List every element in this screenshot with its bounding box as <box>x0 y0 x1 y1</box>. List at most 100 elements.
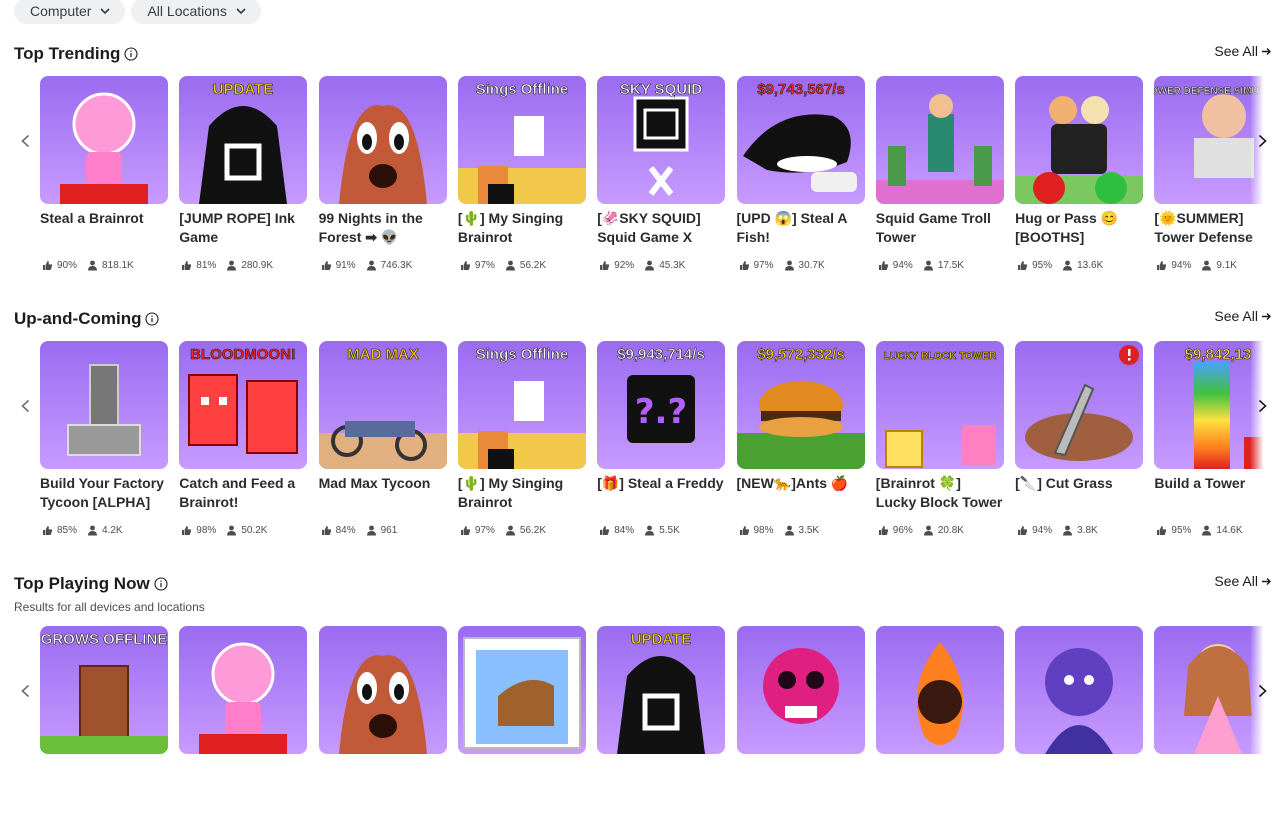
game-thumbnail <box>179 626 308 754</box>
game-card[interactable] <box>875 626 1004 754</box>
carousel-next-button[interactable] <box>1252 676 1272 706</box>
device-filter-dropdown[interactable]: Computer <box>14 0 126 24</box>
game-card[interactable]: Hug or Pass 😊 [BOOTHS] 95% 13.6K <box>1015 76 1144 271</box>
carousel-next-button[interactable] <box>1252 391 1272 421</box>
game-title: [JUMP ROPE] Ink Game <box>179 210 295 245</box>
carousel-prev-button[interactable] <box>16 126 36 156</box>
game-card[interactable] <box>736 626 865 754</box>
game-thumbnail: ?.? $9,943,714/s <box>597 341 726 469</box>
carousel-fade-left <box>0 76 38 286</box>
player-count-value: 818.1K <box>102 260 134 271</box>
game-stats: 97% 56.2K <box>460 260 546 271</box>
player-count-value: 961 <box>380 525 398 536</box>
player-count: 818.1K <box>87 260 134 271</box>
game-card[interactable]: LUCKY BLOCK TOWER [Brainrot 🍀] Lucky Bloc… <box>875 341 1004 536</box>
rating-value: 98% <box>196 525 217 536</box>
player-count-value: 280.9K <box>241 260 274 271</box>
game-card[interactable] <box>318 626 447 754</box>
thumbs-up-icon <box>739 261 749 270</box>
see-all-link[interactable]: See All <box>1214 308 1272 324</box>
game-card[interactable]: GROWS OFFLINE <box>40 626 168 754</box>
game-card[interactable] <box>1015 626 1144 754</box>
info-icon[interactable] <box>124 47 138 61</box>
player-count: 961 <box>366 525 398 536</box>
chevron-left-icon <box>21 684 30 698</box>
player-count: 280.9K <box>226 260 273 271</box>
game-title: Mad Max Tycoon <box>318 475 431 491</box>
game-title: [🎁] Steal a Freddy <box>597 475 724 491</box>
game-stats: 84% 961 <box>321 525 398 536</box>
info-icon[interactable] <box>154 577 168 591</box>
chevron-right-icon <box>1258 399 1267 413</box>
game-thumbnail: MAD MAX <box>318 341 447 469</box>
thumbs-up-icon <box>460 261 471 270</box>
player-count: 3.8K <box>1062 525 1098 536</box>
see-all-label: See All <box>1214 43 1258 59</box>
game-card[interactable]: BLOODMOON! Catch and Feed a Brainrot! 98% 5… <box>179 341 308 536</box>
game-thumbnail <box>40 341 168 469</box>
game-thumbnail <box>1015 76 1144 204</box>
player-count: 20.8K <box>923 525 964 536</box>
game-title: [🔪] Cut Grass <box>1015 475 1113 491</box>
game-card[interactable]: 99 Nights in the Forest ➡ 👽 91% 746.3K <box>318 76 447 271</box>
player-count-value: 746.3K <box>380 260 413 271</box>
game-card[interactable] <box>179 626 308 754</box>
game-card[interactable] <box>457 626 586 754</box>
game-title: Squid Game Troll Tower <box>875 210 991 245</box>
thumbs-up-icon <box>1018 261 1028 270</box>
game-thumbnail: $9,743,567/s <box>736 76 865 204</box>
thumbs-up-icon <box>878 526 888 535</box>
game-stats: 97% 56.2K <box>460 525 546 536</box>
person-icon <box>505 260 515 271</box>
game-card[interactable]: SKY SQUID [🦑SKY SQUID] Squid Game X 92% 45.… <box>597 76 726 271</box>
rating-value: 91% <box>335 260 356 271</box>
thumb-text: SKY SQUID <box>620 81 702 98</box>
thumbs-up-icon <box>182 526 192 535</box>
game-stats: 91% 746.3K <box>321 260 413 271</box>
thumb-text: MAD MAX <box>347 346 419 363</box>
thumbs-up-icon <box>321 526 331 535</box>
carousel-next-button[interactable] <box>1252 126 1272 156</box>
game-card[interactable]: [🔪] Cut Grass 94% 3.8K <box>1015 341 1144 536</box>
carousel-fade-left <box>0 626 38 836</box>
game-thumbnail: SKY SQUID <box>597 76 726 204</box>
game-card[interactable]: $9,743,567/s [UPD 😱] Steal A Fish! 97% 30.7… <box>736 76 865 271</box>
see-all-link[interactable]: See All <box>1214 573 1272 589</box>
game-card[interactable]: Sings Offline [🌵] My Singing Brainrot 97% 5… <box>457 76 586 271</box>
game-card[interactable]: ?.? $9,943,714/s [🎁] Steal a Freddy 84% 5.5K <box>597 341 726 536</box>
rating-value: 94% <box>1032 525 1053 536</box>
carousel-prev-button[interactable] <box>16 391 36 421</box>
thumb-text: $9,943,714/s <box>617 346 705 363</box>
thumb-text: UPDATE <box>631 631 692 648</box>
game-card[interactable]: UPDATE <box>597 626 726 754</box>
game-card[interactable]: Sings Offline [🌵] My Singing Brainrot 97% 5… <box>457 341 586 536</box>
person-icon <box>923 525 933 536</box>
carousel-fade-right <box>1250 76 1280 286</box>
rating-value: 94% <box>892 260 913 271</box>
game-card[interactable]: Squid Game Troll Tower 94% 17.5K <box>875 76 1004 271</box>
carousel-fade-right <box>1250 626 1280 836</box>
game-card[interactable]: Build Your Factory Tycoon [ALPHA] 85% 4.2K <box>40 341 168 536</box>
game-card[interactable]: MAD MAX Mad Max Tycoon 84% 961 <box>318 341 447 536</box>
game-card[interactable]: Steal a Brainrot 90% 818.1K <box>40 76 168 271</box>
player-count-value: 56.2K <box>519 260 547 271</box>
game-thumbnail <box>1015 341 1144 469</box>
game-card[interactable]: UPDATE [JUMP ROPE] Ink Game 81% 280.9K <box>179 76 308 271</box>
game-thumbnail: Sings Offline <box>457 341 586 469</box>
game-title: Hug or Pass 😊 [BOOTHS] <box>1015 210 1119 245</box>
game-title: [🌵] My Singing Brainrot <box>457 210 564 245</box>
player-count-value: 4.2K <box>102 525 123 536</box>
rating-value: 97% <box>474 525 495 536</box>
rating-value: 85% <box>57 525 78 536</box>
player-count-value: 17.5K <box>937 260 964 271</box>
game-thumbnail: BLOODMOON! <box>179 341 308 469</box>
game-card[interactable]: $9,572,332/s [NEW🐆]Ants 🍎 98% 3.5K <box>736 341 865 536</box>
carousel-fade-right <box>1250 341 1280 551</box>
location-filter-dropdown[interactable]: All Locations <box>131 0 261 24</box>
game-thumbnail: UPDATE <box>179 76 308 204</box>
game-stats: 94% 17.5K <box>878 260 964 271</box>
carousel-prev-button[interactable] <box>16 676 36 706</box>
game-thumbnail <box>875 76 1004 204</box>
info-icon[interactable] <box>145 312 160 326</box>
see-all-link[interactable]: See All <box>1214 43 1272 59</box>
